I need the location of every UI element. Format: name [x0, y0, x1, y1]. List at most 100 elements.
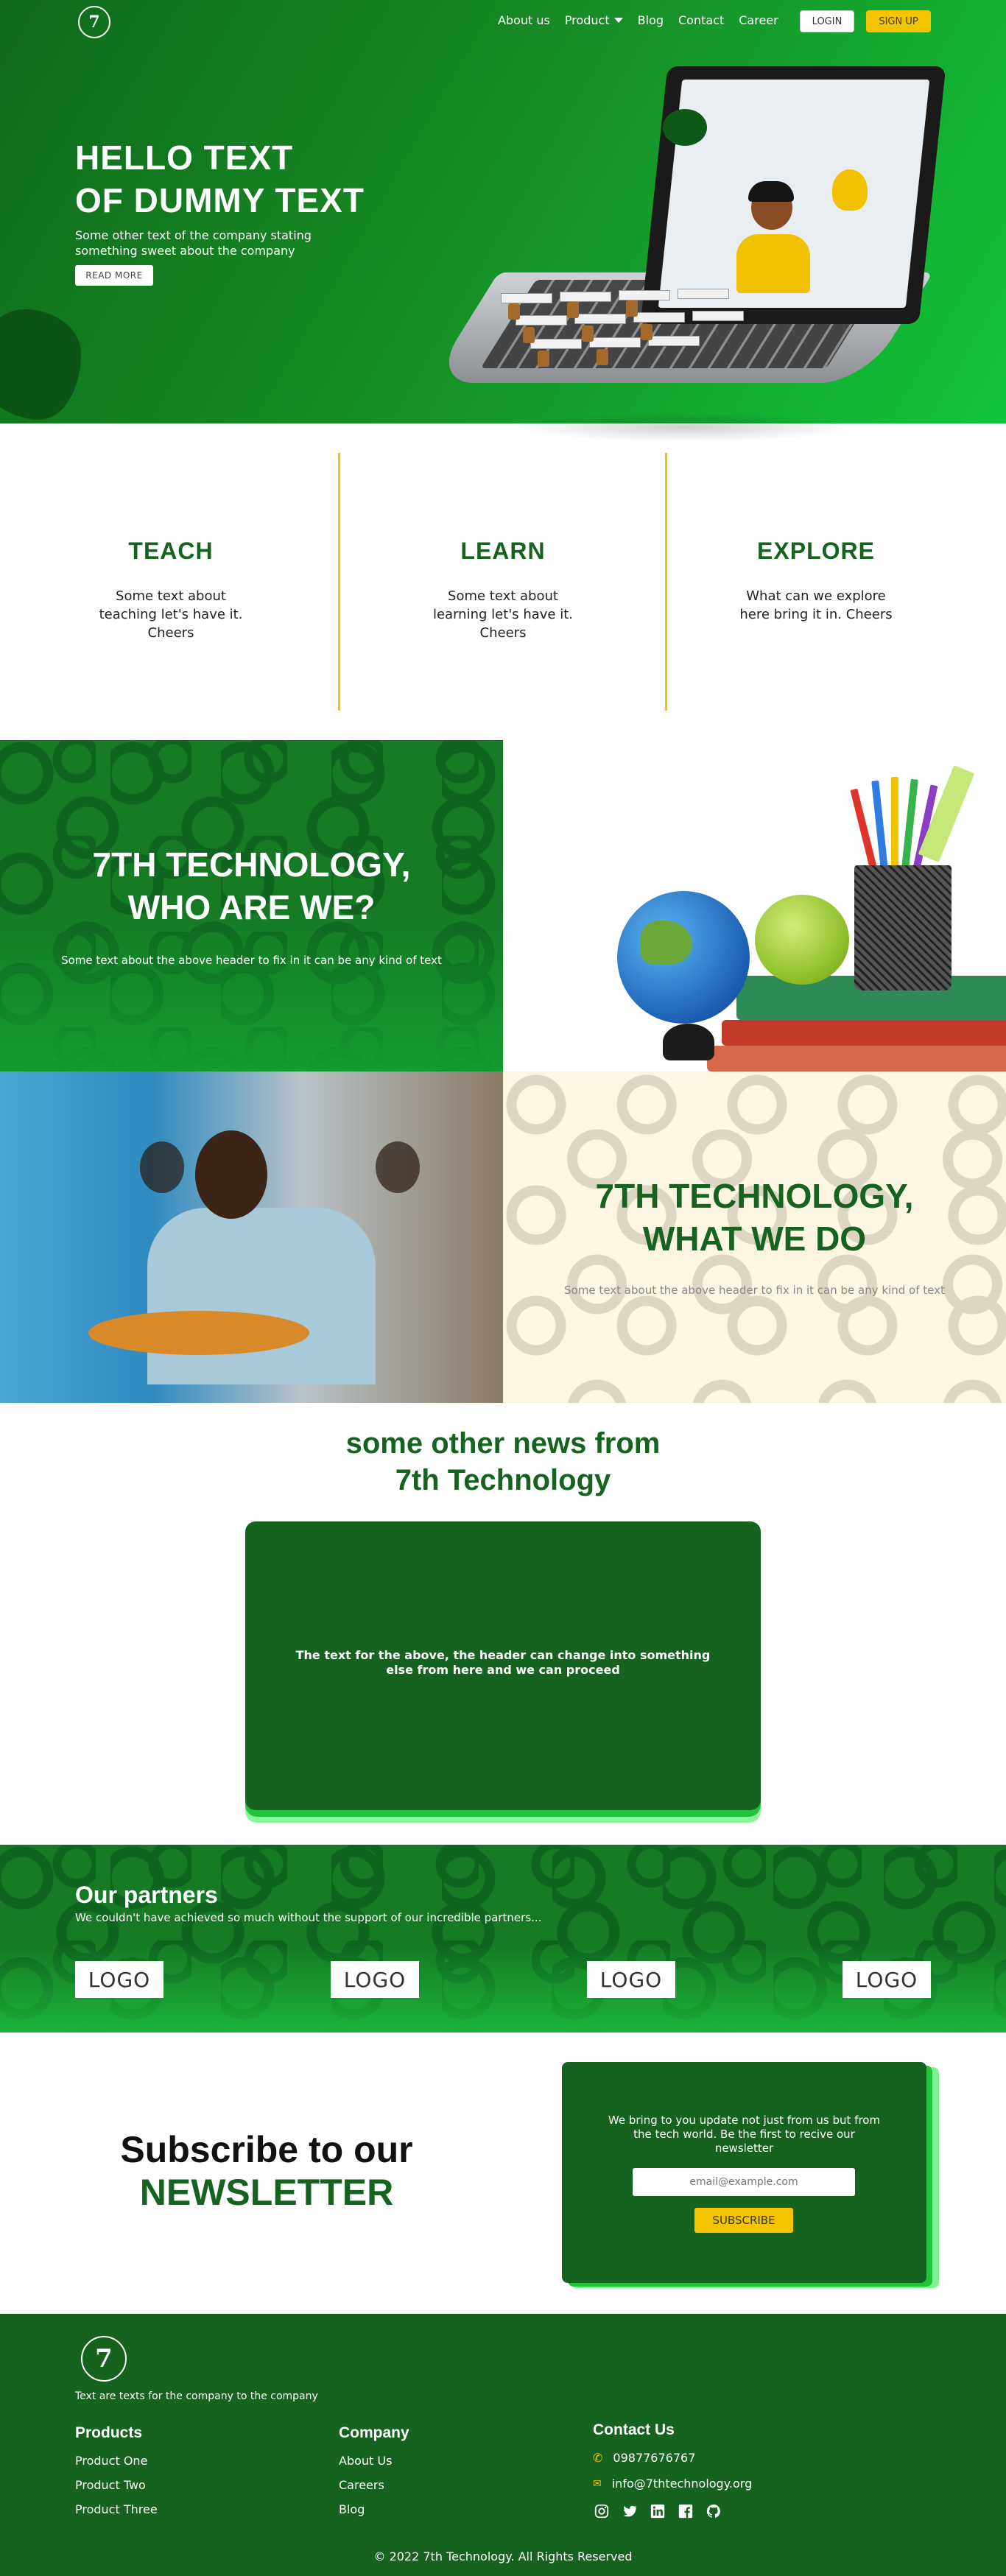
newsletter-title-line: NEWSLETTER [139, 2172, 394, 2213]
footer-link[interactable]: Product Two [75, 2478, 158, 2492]
news-card-text: The text for the above, the header can c… [295, 1648, 711, 1677]
signup-button[interactable]: SIGN UP [866, 10, 931, 32]
divider [665, 453, 667, 711]
nav-contact[interactable]: Contact [678, 13, 724, 27]
what-title-line: WHAT WE DO [642, 1220, 867, 1258]
facebook-icon[interactable] [677, 2502, 694, 2520]
newsletter-text: We bring to you update not just from us … [608, 2114, 881, 2155]
partners-text: We couldn't have achieved so much withou… [75, 1911, 542, 1924]
footer-link[interactable]: Product One [75, 2454, 158, 2468]
partners-title: Our partners [75, 1882, 218, 1908]
caret-down-icon [613, 18, 623, 23]
partner-logo[interactable]: LOGO [75, 1961, 163, 1998]
footer-link[interactable]: Careers [339, 2478, 409, 2492]
footer-contact: Contact Us ✆ 09877676767 ✉ info@7thtechn… [593, 2421, 752, 2520]
plant-decoration [663, 109, 707, 146]
apple [755, 895, 849, 985]
mail-icon: ✉ [593, 2477, 602, 2490]
newsletter-title-line: Subscribe to our [120, 2129, 413, 2170]
feature-explore: EXPLORE What can we explore here bring i… [706, 453, 926, 624]
newsletter-title: Subscribe to our NEWSLETTER [75, 2128, 458, 2214]
nav-blog[interactable]: Blog [638, 13, 664, 27]
footer-company: Company About Us Careers Blog [339, 2424, 409, 2527]
pencil-cup [854, 865, 952, 990]
footer-heading: Products [75, 2424, 143, 2441]
decorative-blob [44, 339, 81, 368]
partners-content: Our partners We couldn't have achieved s… [0, 1845, 1006, 2033]
feature-teach: TEACH Some text about teaching let's hav… [60, 453, 281, 642]
linkedin-icon[interactable] [649, 2502, 666, 2520]
login-button[interactable]: LOGIN [800, 10, 854, 32]
student-desk [88, 1311, 309, 1355]
feature-text: Some text about teaching let's have it. … [99, 588, 243, 641]
copyright-text: © 2022 7th Technology. All Rights Reserv… [373, 2549, 633, 2563]
pencil [891, 777, 898, 873]
partner-logo[interactable]: LOGO [843, 1961, 931, 1998]
subscribe-button[interactable]: SUBSCRIBE [694, 2208, 793, 2233]
nav-label: About us [498, 13, 550, 27]
hero-subtitle: Some other text of the company stating s… [75, 228, 312, 258]
footer-link[interactable]: About Us [339, 2454, 409, 2468]
feature-title: TEACH [128, 538, 214, 564]
hero-section: 7 About us Product Blog Contact Career L… [0, 0, 1006, 442]
nav-career[interactable]: Career [739, 13, 778, 27]
feature-text: What can we explore here bring it in. Ch… [739, 588, 893, 622]
newsletter-card: We bring to you update not just from us … [562, 2062, 926, 2283]
twitter-icon[interactable] [621, 2502, 639, 2520]
news-card[interactable]: The text for the above, the header can c… [245, 1521, 761, 1810]
who-text: Some text about the above header to fix … [61, 954, 442, 967]
hero-title: HELLO TEXT OF DUMMY TEXT [75, 136, 365, 222]
social-links [593, 2502, 752, 2520]
main-nav: About us Product Blog Contact Career [498, 13, 793, 27]
news-title: some other news from 7th Technology [0, 1425, 1006, 1499]
what-title: 7TH TECHNOLOGY, WHAT WE DO [503, 1175, 1006, 1260]
contact-phone[interactable]: ✆ 09877676767 [593, 2451, 752, 2465]
background-student [376, 1141, 420, 1193]
phone-icon: ✆ [593, 2451, 603, 2465]
footer-logo[interactable]: 7 [81, 2336, 127, 2382]
student-figure [736, 234, 810, 293]
illustration-shadow [516, 412, 854, 442]
book [722, 1020, 1006, 1046]
student-shirt [147, 1208, 376, 1384]
lightbulb-icon [832, 169, 868, 211]
read-more-button[interactable]: READ MORE [75, 265, 153, 286]
instagram-icon[interactable] [593, 2502, 611, 2520]
partner-logo[interactable]: LOGO [587, 1961, 675, 1998]
github-icon[interactable] [705, 2502, 722, 2520]
who-title-line: 7TH TECHNOLOGY, [92, 845, 411, 884]
footer-link[interactable]: Product Three [75, 2502, 158, 2516]
footer: 7 Text are texts for the company to the … [0, 2314, 1006, 2576]
feature-learn: LEARN Some text about learning let's hav… [393, 453, 613, 642]
section-gradient [0, 909, 503, 1071]
book [707, 1046, 1006, 1071]
footer-products: Products Product One Product Two Product… [75, 2424, 158, 2527]
nav-label: Career [739, 13, 778, 27]
student-head [195, 1130, 267, 1219]
what-title-line: 7TH TECHNOLOGY, [595, 1177, 914, 1215]
classroom-desks [501, 286, 781, 374]
feature-text: Some text about learning let's have it. … [432, 588, 573, 641]
phone-number: 09877676767 [613, 2451, 696, 2465]
nav-about-us[interactable]: About us [498, 13, 550, 27]
nav-product[interactable]: Product [565, 13, 623, 27]
contact-email[interactable]: ✉ info@7thtechnology.org [593, 2477, 752, 2491]
background-student [140, 1141, 184, 1193]
footer-link[interactable]: Blog [339, 2502, 409, 2516]
email-address: info@7thtechnology.org [611, 2477, 753, 2491]
footer-heading: Company [339, 2424, 409, 2441]
brand-logo[interactable]: 7 [78, 6, 110, 38]
what-text: Some text about the above header to fix … [564, 1284, 945, 1297]
what-we-do-section: 7TH TECHNOLOGY, WHAT WE DO Some text abo… [503, 1071, 1006, 1403]
hero-title-line: OF DUMMY TEXT [75, 181, 365, 219]
feature-title: LEARN [460, 538, 546, 564]
footer-tagline: Text are texts for the company to the co… [75, 2390, 318, 2402]
divider [338, 453, 340, 711]
news-title-line: some other news from [345, 1427, 661, 1460]
partner-logo[interactable]: LOGO [331, 1961, 419, 1998]
news-title-line: 7th Technology [395, 1464, 611, 1496]
email-field[interactable] [633, 2168, 855, 2196]
nav-label: Product [564, 13, 610, 27]
student-hair [748, 181, 794, 202]
nav-label: Contact [678, 13, 725, 27]
